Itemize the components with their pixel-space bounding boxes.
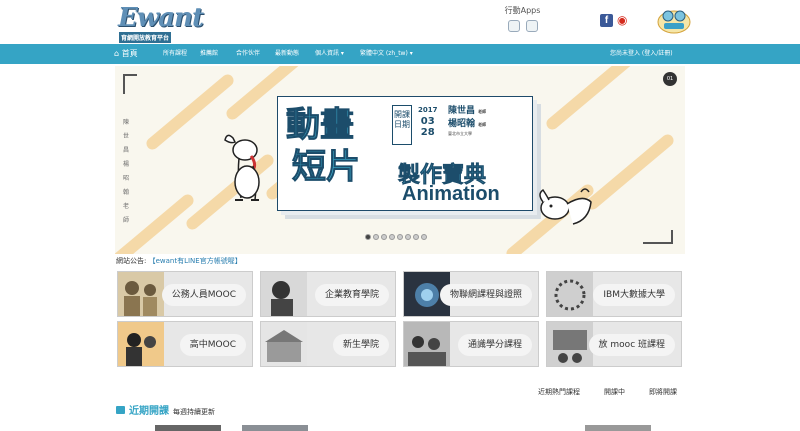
- site-logo[interactable]: Ewant 育網開放教育平台: [118, 3, 204, 43]
- banner-vertical-text: 陳世昌 楊昭翰 老師: [123, 119, 130, 224]
- date-day: 28: [420, 127, 435, 138]
- social-links: f ◉: [600, 14, 631, 27]
- lecturer-1: 陳世昌: [448, 106, 476, 116]
- carousel-dot[interactable]: [365, 234, 371, 240]
- dog-peeking-icon: [539, 188, 592, 225]
- android-app-icon[interactable]: [525, 20, 538, 32]
- nav-home-label: 首頁: [121, 49, 138, 58]
- tile-high-school-mooc[interactable]: 高中MOOC: [117, 321, 253, 367]
- tile-civil-servant-mooc[interactable]: 公務人員MOOC: [117, 271, 253, 317]
- banner-english: Animation: [402, 183, 500, 205]
- tile-label: 企業教育學院: [314, 284, 389, 306]
- section-header: 近期開課 每週持續更新: [116, 402, 215, 417]
- tab-ongoing[interactable]: 開課中: [604, 387, 625, 397]
- civil-servant-icon: [118, 272, 164, 316]
- mascot-icon[interactable]: [656, 6, 692, 36]
- dog-illustration-icon: [224, 134, 260, 201]
- carousel-dots: [365, 234, 427, 240]
- venue: 臺北市立大學: [448, 131, 472, 136]
- nav-recommend[interactable]: 推薦館: [200, 44, 218, 64]
- logo-wordmark: Ewant: [118, 3, 204, 33]
- lecturer-2: 楊昭翰: [448, 119, 476, 129]
- tile-label: 高中MOOC: [179, 334, 246, 356]
- tile-label: 通識學分課程: [457, 334, 532, 356]
- students-icon: [404, 322, 450, 366]
- carousel-dot[interactable]: [421, 234, 427, 240]
- date-month: 03: [420, 116, 435, 127]
- login-link[interactable]: 您尚未登入 (登入/註冊): [610, 44, 673, 64]
- nav-home[interactable]: ⌂ 首頁: [114, 44, 138, 64]
- mobile-apps: 行動Apps: [500, 5, 545, 32]
- tile-enterprise-academy[interactable]: 企業教育學院: [260, 271, 396, 317]
- announcement-label: 網站公告:: [116, 257, 147, 265]
- date-year: 2017: [418, 106, 438, 114]
- logo-subtitle: 育網開放教育平台: [119, 32, 172, 43]
- carousel-dot[interactable]: [413, 234, 419, 240]
- enterprise-icon: [261, 272, 307, 316]
- tile-iot-courses[interactable]: 物聯網課程與證照: [403, 271, 539, 317]
- corner-arrow-icon: [643, 230, 673, 244]
- lecturer-role-1: 老師: [478, 109, 487, 114]
- nav-news[interactable]: 最新動態: [275, 44, 299, 64]
- course-date-box: 開課日期 2017 03 28 陳世昌 老師 楊昭翰 老師 臺北市立大學: [392, 105, 532, 149]
- carousel-dot[interactable]: [389, 234, 395, 240]
- banner-title-1: 動畫: [286, 105, 355, 145]
- ibm-icon: [547, 272, 593, 316]
- lecturers: 陳世昌 老師 楊昭翰 老師: [448, 105, 486, 131]
- nav-all-courses[interactable]: 所有課程: [163, 44, 187, 64]
- apps-label: 行動Apps: [504, 6, 541, 15]
- slide-badge: 01: [663, 72, 677, 86]
- site-header: Ewant 育網開放教育平台 行動Apps f ◉: [0, 0, 800, 44]
- tile-mooc-class[interactable]: 放 mooc 班課程: [546, 321, 682, 367]
- site-announcement: 網站公告: 【ewant有LINE官方帳號喔】: [116, 256, 242, 266]
- tile-label: 新生學院: [332, 334, 389, 356]
- facebook-icon[interactable]: f: [600, 14, 613, 27]
- carousel-dot[interactable]: [381, 234, 387, 240]
- course-thumbnail[interactable]: [585, 425, 651, 431]
- high-school-icon: [118, 322, 164, 366]
- course-thumbnail[interactable]: [155, 425, 221, 431]
- banner-title-2: 短片: [292, 147, 361, 187]
- tab-popular[interactable]: 近期熱門課程: [538, 387, 580, 397]
- announcement-link[interactable]: 【ewant有LINE官方帳號喔】: [149, 257, 242, 265]
- classroom-icon: [547, 322, 593, 366]
- lecturer-role-2: 老師: [478, 122, 487, 127]
- date-tag: 開課日期: [392, 105, 412, 145]
- tab-upcoming[interactable]: 即將開課: [649, 387, 677, 397]
- tile-label: IBM大數據大學: [593, 284, 675, 306]
- course-thumbnail[interactable]: [242, 425, 308, 431]
- weibo-icon[interactable]: ◉: [617, 14, 631, 27]
- tile-label: 放 mooc 班課程: [588, 334, 675, 356]
- course-date: 2017 03 28: [418, 105, 437, 138]
- section-title: 近期開課: [129, 406, 169, 417]
- tile-label: 物聯網課程與證照: [439, 284, 532, 306]
- main-nav: ⌂ 首頁 所有課程 推薦館 合作伙伴 最新動態 個人資訊 ▾ 繁體中文 (zh_…: [0, 44, 800, 64]
- tile-label: 公務人員MOOC: [161, 284, 246, 306]
- ios-app-icon[interactable]: [507, 20, 520, 32]
- tile-ibm-bigdata[interactable]: IBM大數據大學: [546, 271, 682, 317]
- banner-card: 動畫 短片 製作寶典 Animation 開課日期 2017 03 28 陳世昌…: [277, 96, 533, 211]
- hero-carousel[interactable]: 陳世昌 楊昭翰 老師 01 動畫 短片 製作寶典 Animation 開課日期 …: [115, 66, 685, 254]
- section-subtitle: 每週持續更新: [173, 408, 215, 416]
- carousel-dot[interactable]: [405, 234, 411, 240]
- nav-profile[interactable]: 個人資訊 ▾: [315, 44, 344, 64]
- tile-general-education[interactable]: 通識學分課程: [403, 321, 539, 367]
- carousel-dot[interactable]: [373, 234, 379, 240]
- carousel-dot[interactable]: [397, 234, 403, 240]
- nav-partners[interactable]: 合作伙伴: [236, 44, 260, 64]
- tile-freshman-academy[interactable]: 新生學院: [260, 321, 396, 367]
- corner-arrow-icon: [123, 74, 137, 94]
- campus-icon: [261, 322, 307, 366]
- folder-icon: [116, 406, 125, 414]
- nav-language[interactable]: 繁體中文 (zh_tw) ▾: [360, 44, 413, 64]
